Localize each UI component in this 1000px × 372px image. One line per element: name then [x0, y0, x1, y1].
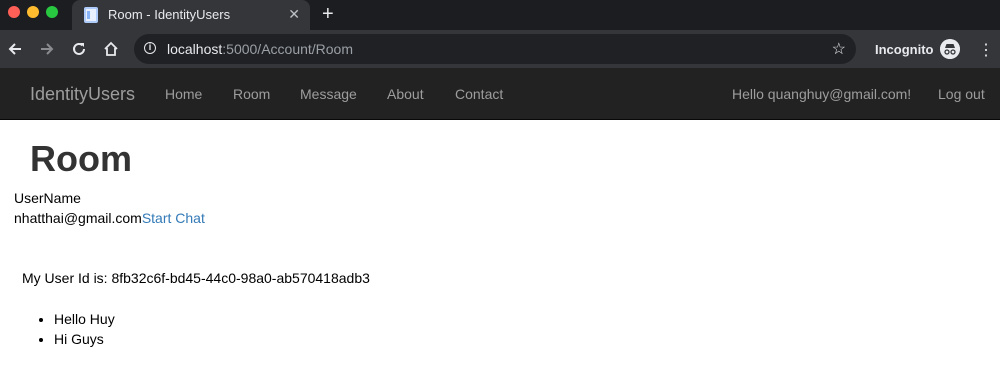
start-chat-link[interactable]: Start Chat — [142, 210, 205, 226]
incognito-icon[interactable] — [940, 39, 960, 59]
message-item: Hello Huy — [54, 309, 115, 329]
browser-tab[interactable]: Room - IdentityUsers ✕ — [72, 0, 310, 30]
page-title: Room — [30, 138, 132, 179]
back-icon[interactable] — [5, 39, 25, 59]
user-greeting-link[interactable]: Hello quanghuy@gmail.com! — [732, 86, 911, 102]
address-bar[interactable]: i localhost:5000/Account/Room ☆ — [134, 34, 856, 64]
table-row: nhatthai@gmail.comStart Chat — [14, 210, 205, 226]
nav-link-about[interactable]: About — [387, 86, 424, 102]
site-navbar: IdentityUsers Home Room Message About Co… — [0, 68, 1000, 120]
url-text: localhost:5000/Account/Room — [167, 41, 354, 57]
site-info-icon[interactable]: i — [144, 42, 156, 54]
bookmark-star-icon[interactable]: ☆ — [832, 39, 846, 59]
forward-icon[interactable] — [37, 39, 57, 59]
home-icon[interactable] — [101, 39, 121, 59]
user-id-text: My User Id is: 8fb32c6f-bd45-44c0-98a0-a… — [22, 270, 370, 286]
tab-title: Room - IdentityUsers — [108, 7, 231, 22]
nav-link-room[interactable]: Room — [233, 86, 270, 102]
table-header-username: UserName — [14, 190, 81, 206]
message-list: Hello Huy Hi Guys — [14, 309, 115, 349]
nav-link-contact[interactable]: Contact — [455, 86, 503, 102]
minimize-window-icon[interactable] — [27, 6, 39, 18]
browser-tab-strip: Room - IdentityUsers ✕ + — [0, 0, 1000, 30]
message-item: Hi Guys — [54, 329, 115, 349]
nav-link-home[interactable]: Home — [165, 86, 202, 102]
close-window-icon[interactable] — [8, 6, 20, 18]
reload-icon[interactable] — [69, 39, 89, 59]
browser-menu-icon[interactable]: ⋮ — [978, 40, 994, 60]
page-favicon-icon — [84, 7, 98, 23]
user-email: nhatthai@gmail.com — [14, 210, 142, 226]
incognito-label: Incognito — [875, 42, 934, 57]
new-tab-icon[interactable]: + — [322, 3, 334, 25]
tab-close-icon[interactable]: ✕ — [288, 6, 300, 23]
brand-link[interactable]: IdentityUsers — [30, 84, 135, 105]
nav-link-message[interactable]: Message — [300, 86, 357, 102]
logout-link[interactable]: Log out — [938, 86, 985, 102]
browser-toolbar: i localhost:5000/Account/Room ☆ Incognit… — [0, 30, 1000, 68]
maximize-window-icon[interactable] — [46, 6, 58, 18]
